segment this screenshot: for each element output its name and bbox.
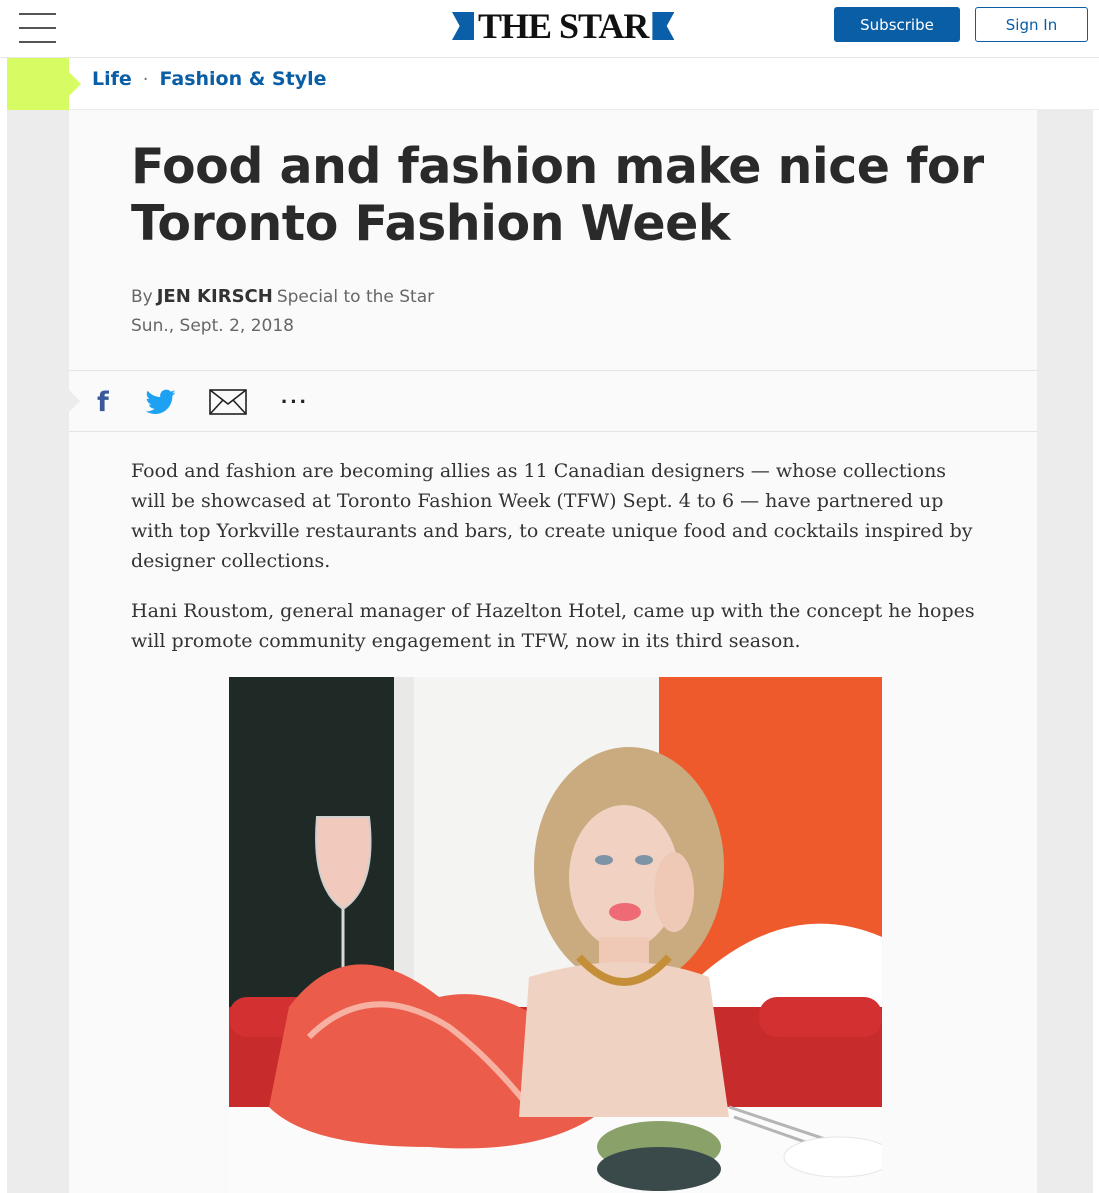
breadcrumb: Life · Fashion & Style: [92, 68, 326, 90]
email-icon[interactable]: [209, 387, 247, 417]
section-accent-tab: [7, 58, 81, 110]
breadcrumb-fashion-style[interactable]: Fashion & Style: [160, 68, 327, 90]
article: Food and fashion make nice for Toronto F…: [68, 110, 1037, 1193]
logo-wordmark: THE STAR: [478, 6, 649, 46]
article-paragraph: Food and fashion are becoming allies as …: [131, 460, 973, 572]
section-bar: Life · Fashion & Style: [7, 58, 1099, 110]
more-icon[interactable]: ···: [281, 387, 309, 417]
share-bar: f ···: [68, 370, 1037, 432]
byline-suffix: Special to the Star: [276, 287, 435, 307]
byline: By JEN KIRSCH Special to the Star: [131, 286, 434, 307]
left-rail: [7, 110, 69, 1193]
page-left-edge: [0, 58, 7, 1193]
menu-icon[interactable]: [19, 13, 56, 43]
article-photo: [229, 677, 882, 1193]
right-rail: [1037, 110, 1093, 1193]
top-header: THE STAR Subscribe Sign In: [0, 0, 1099, 58]
subscribe-button[interactable]: Subscribe: [834, 7, 960, 42]
sign-in-button[interactable]: Sign In: [975, 7, 1088, 42]
publish-date: Sun., Sept. 2, 2018: [131, 316, 294, 336]
logo-flag-left: [452, 12, 474, 40]
logo-flag-right: [652, 12, 675, 40]
byline-prefix: By: [131, 287, 153, 307]
article-paragraph: Hani Roustom, general manager of Hazelto…: [131, 600, 975, 652]
facebook-icon[interactable]: f: [97, 387, 109, 418]
site-logo[interactable]: THE STAR: [452, 6, 675, 46]
breadcrumb-life[interactable]: Life: [92, 68, 132, 90]
breadcrumb-separator: ·: [142, 68, 149, 90]
article-headline: Food and fashion make nice for Toronto F…: [131, 138, 984, 252]
twitter-icon[interactable]: [146, 387, 176, 417]
author-name[interactable]: JEN KIRSCH: [157, 286, 273, 307]
